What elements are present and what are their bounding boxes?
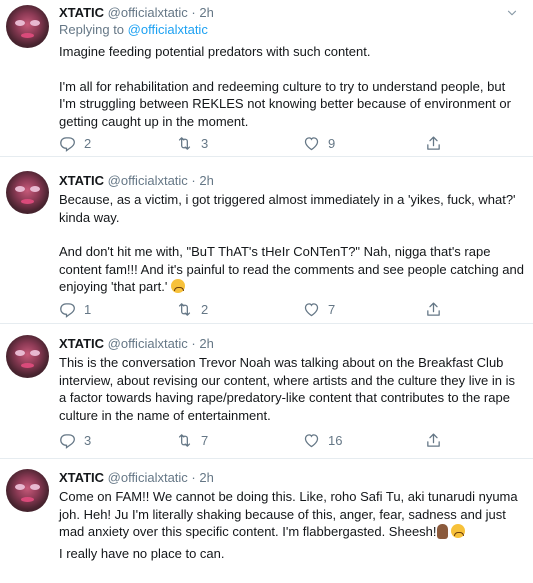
tweet-paragraph: I really have no place to can.: [59, 545, 225, 561]
tweet-text: Imagine feeding potential predators with…: [59, 43, 524, 130]
share-button[interactable]: [425, 135, 442, 152]
tweet-header: XTATIC @officialxtatic · 2h: [59, 5, 214, 21]
reply-count: 1: [84, 302, 92, 317]
like-button[interactable]: 7: [303, 301, 335, 318]
avatar[interactable]: [6, 335, 49, 378]
chevron-down-icon[interactable]: [505, 6, 519, 20]
display-name[interactable]: XTATIC: [59, 470, 104, 485]
tweet-text: This is the conversation Trevor Noah was…: [59, 354, 524, 424]
tweet-text: Come on FAM!! We cannot be doing this. L…: [59, 488, 524, 562]
tweet[interactable]: XTATIC @officialxtatic · 2h This is the …: [0, 324, 533, 459]
user-handle[interactable]: @officialxtatic: [108, 470, 188, 485]
like-count: 9: [328, 136, 336, 151]
reply-button[interactable]: 3: [59, 432, 91, 449]
share-icon: [425, 135, 442, 152]
user-handle[interactable]: @officialxtatic: [108, 173, 188, 188]
tweet-paragraph: I'm all for rehabilitation and redeeming…: [59, 78, 511, 129]
reply-button[interactable]: 2: [59, 135, 91, 152]
like-count: 7: [328, 302, 336, 317]
tweet-text: Because, as a victim, i got triggered al…: [59, 191, 524, 296]
tweet[interactable]: XTATIC @officialxtatic · 2h Replying to …: [0, 0, 533, 157]
reply-icon: [59, 301, 76, 318]
reply-context: Replying to @officialxtatic: [59, 22, 208, 38]
reply-mention-link[interactable]: @officialxtatic: [128, 22, 208, 37]
separator-dot: ·: [191, 336, 196, 351]
retweet-icon: [176, 432, 193, 449]
retweet-button[interactable]: 2: [176, 301, 208, 318]
share-icon: [425, 301, 442, 318]
avatar[interactable]: [6, 171, 49, 214]
persevering-face-emoji: [170, 279, 185, 293]
timestamp[interactable]: 2h: [199, 173, 213, 188]
retweet-count: 3: [201, 136, 209, 151]
display-name[interactable]: XTATIC: [59, 336, 104, 351]
retweet-count: 7: [201, 433, 209, 448]
retweet-button[interactable]: 7: [176, 432, 208, 449]
reply-count: 2: [84, 136, 92, 151]
tweet-header: XTATIC @officialxtatic · 2h: [59, 336, 214, 352]
reply-icon: [59, 432, 76, 449]
retweet-count: 2: [201, 302, 209, 317]
like-count: 16: [328, 433, 343, 448]
share-button[interactable]: [425, 432, 442, 449]
tweet-actions: 3 7 16: [59, 432, 459, 450]
timestamp[interactable]: 2h: [199, 470, 213, 485]
tweet-paragraph: Come on FAM!! We cannot be doing this. L…: [59, 489, 518, 539]
tweet-actions: 2 3 9: [59, 135, 459, 153]
heart-icon: [303, 135, 320, 152]
tweet-header: XTATIC @officialxtatic · 2h: [59, 173, 214, 189]
tweet-actions: 1 2 7: [59, 301, 459, 319]
tweet-header: XTATIC @officialxtatic · 2h: [59, 470, 214, 486]
display-name[interactable]: XTATIC: [59, 5, 104, 20]
display-name[interactable]: XTATIC: [59, 173, 104, 188]
tweet-paragraph: Because, as a victim, i got triggered al…: [59, 192, 516, 225]
retweet-icon: [176, 301, 193, 318]
tweet[interactable]: XTATIC @officialxtatic · 2h Come on FAM!…: [0, 459, 533, 583]
reply-prefix: Replying to: [59, 22, 125, 37]
tweet[interactable]: XTATIC @officialxtatic · 2h Because, as …: [0, 157, 533, 324]
heart-icon: [303, 432, 320, 449]
separator-dot: ·: [191, 173, 196, 188]
share-icon: [425, 432, 442, 449]
user-handle[interactable]: @officialxtatic: [108, 5, 188, 20]
reply-button[interactable]: 1: [59, 301, 91, 318]
separator-dot: ·: [191, 470, 196, 485]
tweet-paragraph: Imagine feeding potential predators with…: [59, 44, 371, 59]
tweet-paragraph: This is the conversation Trevor Noah was…: [59, 355, 515, 423]
tweet-paragraph: And don't hit me with, "BuT ThAT's tHeIr…: [59, 244, 524, 294]
user-handle[interactable]: @officialxtatic: [108, 336, 188, 351]
separator-dot: ·: [191, 5, 196, 20]
like-button[interactable]: 16: [303, 432, 342, 449]
tweet-paragraph-with-emoji: Come on FAM!! We cannot be doing this. L…: [59, 488, 524, 541]
reply-icon: [59, 135, 76, 152]
timestamp[interactable]: 2h: [199, 336, 213, 351]
raised-hand-emoji: [436, 524, 448, 539]
like-button[interactable]: 9: [303, 135, 335, 152]
heart-icon: [303, 301, 320, 318]
avatar[interactable]: [6, 5, 49, 48]
retweet-icon: [176, 135, 193, 152]
persevering-face-emoji: [451, 524, 466, 538]
reply-count: 3: [84, 433, 92, 448]
tweet-paragraph-with-emoji: And don't hit me with, "BuT ThAT's tHeIr…: [59, 243, 524, 296]
share-button[interactable]: [425, 301, 442, 318]
retweet-button[interactable]: 3: [176, 135, 208, 152]
timestamp[interactable]: 2h: [199, 5, 213, 20]
avatar[interactable]: [6, 469, 49, 512]
